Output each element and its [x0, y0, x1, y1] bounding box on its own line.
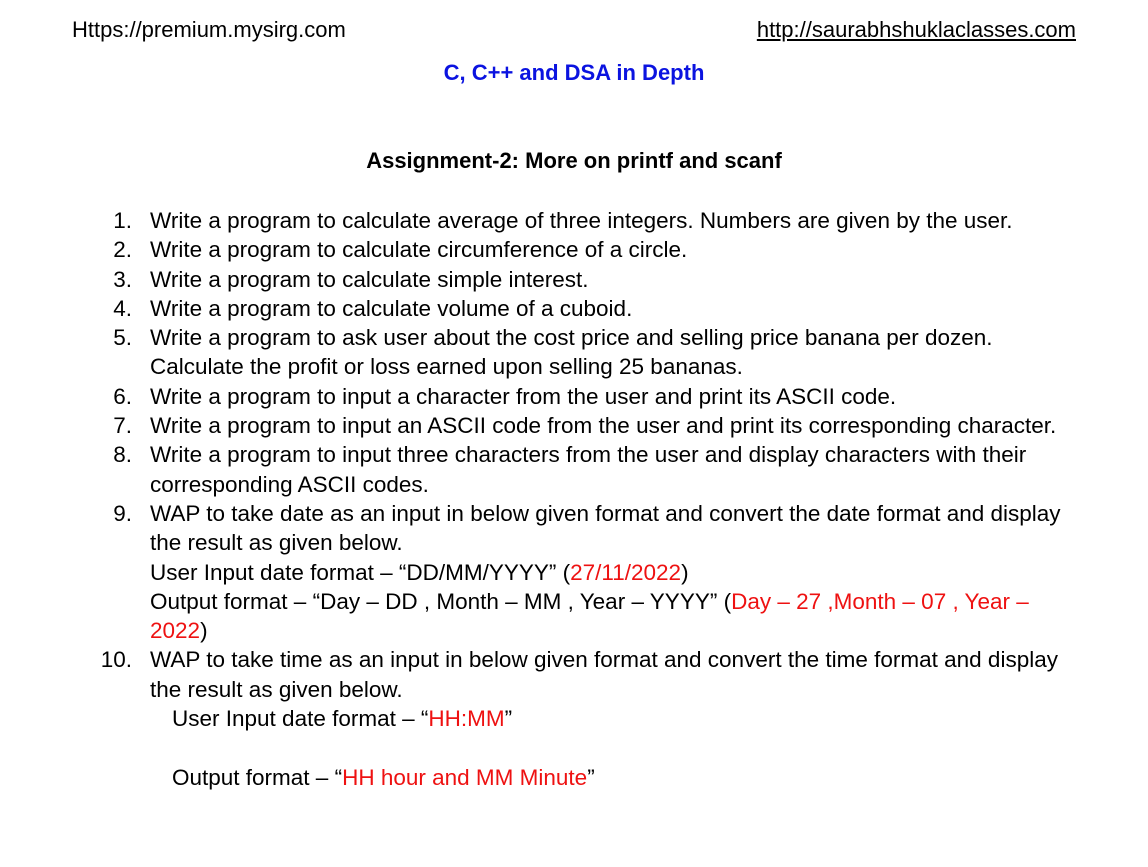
time-input-format-line: User Input date format – “HH:MM”: [150, 704, 1090, 733]
item-number: 9.: [113, 500, 132, 526]
item-text: WAP to take date as an input in below gi…: [150, 500, 1061, 556]
list-item: 9. WAP to take date as an input in below…: [100, 499, 1090, 645]
time-input-format-label: User Input date format – “: [172, 706, 429, 732]
item-number: 8.: [113, 442, 132, 468]
date-input-format-line: User Input date format – “DD/MM/YYYY” (2…: [150, 558, 1090, 587]
list-item: 8. Write a program to input three charac…: [100, 440, 1090, 499]
item-number: 7.: [113, 413, 132, 439]
date-input-close: ): [681, 559, 689, 585]
questions-list: 1. Write a program to calculate average …: [100, 206, 1090, 792]
time-output-format-label: Output format – “: [172, 764, 343, 790]
item-number: 1.: [113, 208, 132, 233]
item-text: Write a program to input a character fro…: [150, 383, 897, 409]
item-text: Write a program to input three character…: [150, 442, 1027, 497]
item-number: 6.: [113, 383, 132, 409]
list-item: 3. Write a program to calculate simple i…: [100, 265, 1090, 294]
list-item: 6. Write a program to input a character …: [100, 382, 1090, 411]
item-text: WAP to take time as an input in below gi…: [150, 647, 1058, 702]
time-input-close: ”: [504, 706, 513, 732]
list-item: 4. Write a program to calculate volume o…: [100, 294, 1090, 323]
time-output-example: HH hour and MM Minute: [342, 764, 588, 790]
list-item: 10. WAP to take time as an input in belo…: [100, 645, 1090, 791]
time-output-close: ”: [587, 764, 595, 790]
assignment-heading: Assignment-2: More on printf and scanf: [366, 148, 782, 173]
document-title: C, C++ and DSA in Depth: [443, 60, 705, 85]
item-number: 5.: [113, 325, 132, 351]
list-item: 5. Write a program to ask user about the…: [100, 323, 1090, 382]
date-output-format-line: Output format – “Day – DD , Month – MM ,…: [150, 587, 1090, 646]
item-number: 2.: [113, 237, 132, 263]
date-input-example: 27/11/2022: [570, 559, 682, 585]
item-text: Write a program to calculate volume of a…: [150, 295, 633, 321]
item-text: Write a program to input an ASCII code f…: [150, 413, 1057, 439]
item-text: Write a program to calculate simple inte…: [150, 266, 589, 292]
date-input-format-label: User Input date format – “DD/MM/YYYY” (: [150, 559, 571, 585]
date-output-close: ): [200, 618, 208, 644]
date-output-format-label: Output format – “Day – DD , Month – MM ,…: [150, 588, 732, 614]
item-number: 3.: [113, 266, 132, 292]
page-header: Https://premium.mysirg.com http://saurab…: [72, 17, 1076, 47]
time-input-example: HH:MM: [428, 706, 505, 732]
list-item: 1. Write a program to calculate average …: [100, 206, 1090, 235]
header-right-link[interactable]: http://saurabhshuklaclasses.com: [757, 17, 1076, 43]
item-number: 4.: [113, 295, 132, 321]
item-number: 10.: [100, 647, 132, 673]
time-output-format-line: Output format – “HH hour and MM Minute”: [150, 763, 1090, 792]
item-text: Write a program to ask user about the co…: [150, 325, 993, 380]
list-item: 2. Write a program to calculate circumfe…: [100, 235, 1090, 264]
list-item: 7. Write a program to input an ASCII cod…: [100, 411, 1090, 440]
item-text: Write a program to calculate circumferen…: [150, 237, 688, 263]
header-left-url: Https://premium.mysirg.com: [72, 17, 346, 42]
item-text: Write a program to calculate average of …: [150, 208, 1013, 233]
